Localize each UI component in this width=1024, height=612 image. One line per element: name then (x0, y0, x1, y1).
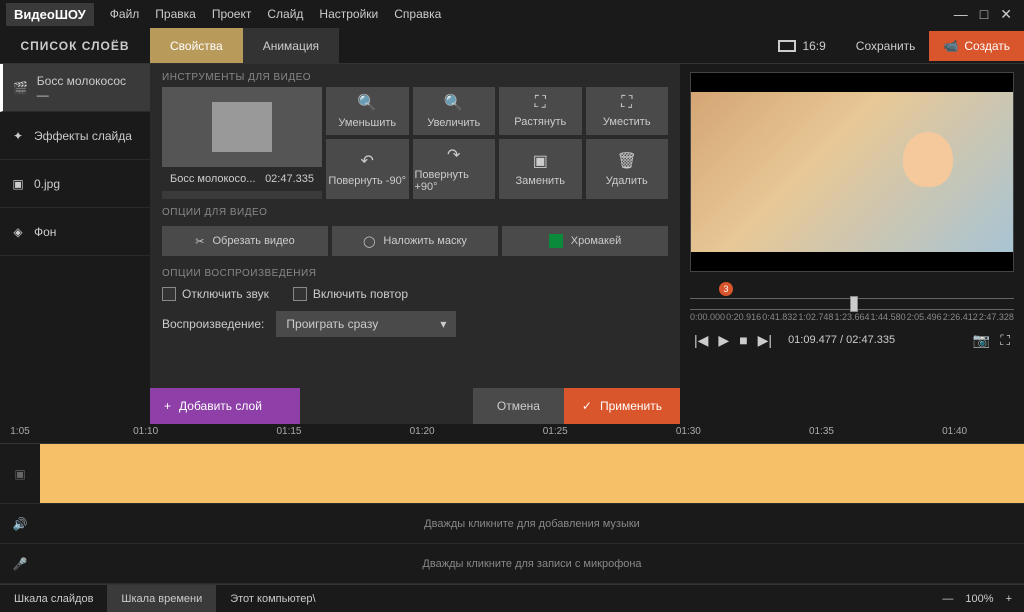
menu-help[interactable]: Справка (386, 7, 449, 21)
mask-icon: ◯ (363, 235, 375, 248)
app-logo: ВидеоШОУ (6, 3, 94, 26)
menu-file[interactable]: Файл (102, 7, 148, 21)
layer-item-video[interactable]: 🎬 Босс молокосос — (0, 64, 150, 112)
stop-button[interactable]: ■ (739, 332, 747, 348)
mask-button[interactable]: ◯Наложить маску (332, 226, 498, 256)
layer-item-background[interactable]: ◈ Фон (0, 208, 150, 256)
fit-button[interactable]: ⛶Уместить (586, 87, 669, 135)
video-thumbnail[interactable]: Босс молокосо... 02:47.335 (162, 87, 322, 199)
chevron-down-icon: ▾ (440, 317, 446, 331)
plus-icon: + (164, 399, 171, 413)
mute-checkbox[interactable]: Отключить звук (162, 287, 269, 301)
add-layer-button[interactable]: +Добавить слой (150, 388, 300, 424)
video-clip[interactable] (40, 444, 1024, 503)
scissors-icon: ✂ (195, 235, 204, 248)
stretch-button[interactable]: ⛶Растянуть (499, 87, 582, 135)
maximize-icon[interactable]: □ (980, 6, 988, 23)
playback-label: Воспроизведение: (162, 317, 264, 331)
tab-properties[interactable]: Свойства (150, 28, 243, 63)
zoom-out-button[interactable]: 🔍Уменьшить (326, 87, 409, 135)
loop-checkbox[interactable]: Включить повтор (293, 287, 408, 301)
main-menu: Файл Правка Проект Слайд Настройки Справ… (102, 7, 450, 21)
fit-icon: ⛶ (621, 94, 632, 112)
titlebar: ВидеоШОУ Файл Правка Проект Слайд Настро… (0, 0, 1024, 28)
mic-track-icon[interactable]: 🎤 (0, 544, 40, 584)
rotate-left-button[interactable]: ↶Повернуть -90° (326, 139, 409, 199)
time-display: 01:09.477 / 02:47.335 (788, 334, 895, 346)
film-icon: 🎬 (13, 80, 29, 96)
chroma-swatch-icon (549, 234, 563, 248)
preview-panel: 3 0:00.000 0:20.916 0:41.832 1:02.748 1:… (680, 64, 1024, 424)
prev-button[interactable]: |◀ (694, 332, 708, 349)
snapshot-icon[interactable]: 📷 (973, 332, 990, 349)
layer-item-effects[interactable]: ✦ Эффекты слайда (0, 112, 150, 160)
rotate-right-button[interactable]: ↷Повернуть +90° (413, 139, 496, 199)
top-toolbar: СПИСОК СЛОЁВ Свойства Анимация 16:9 Сохр… (0, 28, 1024, 64)
layers-panel-title: СПИСОК СЛОЁВ (0, 39, 150, 53)
fullscreen-icon[interactable]: ⛶ (1000, 332, 1010, 349)
ruler-thumb[interactable] (850, 296, 858, 312)
delete-button[interactable]: 🗑Удалить (586, 139, 669, 199)
image-icon: ▣ (10, 176, 26, 192)
video-track[interactable] (40, 444, 1024, 504)
next-button[interactable]: ▶| (758, 332, 772, 349)
tab-animation[interactable]: Анимация (243, 28, 339, 63)
window-controls: — □ ✕ (954, 6, 1018, 23)
mic-track[interactable]: Дважды кликните для записи с микрофона (40, 544, 1024, 584)
music-track[interactable]: Дважды кликните для добавления музыки (40, 504, 1024, 544)
property-tabs: Свойства Анимация (150, 28, 339, 63)
clapperboard-icon (162, 87, 322, 167)
menu-project[interactable]: Проект (204, 7, 260, 21)
playhead-marker[interactable]: 3 (719, 282, 733, 296)
menu-edit[interactable]: Правка (147, 7, 204, 21)
layers-icon: ◈ (10, 224, 26, 240)
replace-icon: ▣ (533, 151, 548, 171)
rotate-right-icon: ↷ (447, 145, 460, 165)
crop-video-button[interactable]: ✂Обрезать видео (162, 226, 328, 256)
timeline-ruler[interactable]: 1:05 01:10 01:15 01:20 01:25 01:30 01:35… (0, 424, 1024, 444)
options-section-label: ОПЦИИ ДЛЯ ВИДЕО (150, 199, 680, 222)
create-button[interactable]: 📹 Создать (929, 31, 1024, 61)
close-icon[interactable]: ✕ (1000, 6, 1012, 23)
playback-controls: |◀ ▶ ■ ▶| 01:09.477 / 02:47.335 📷 ⛶ (690, 322, 1014, 358)
playback-section-label: ОПЦИИ ВОСПРОИЗВЕДЕНИЯ (150, 260, 680, 283)
path-display[interactable]: Этот компьютер\ (216, 585, 329, 612)
layers-sidebar: 🎬 Босс молокосос — ✦ Эффекты слайда ▣ 0.… (0, 64, 150, 424)
statusbar: Шкала слайдов Шкала времени Этот компьют… (0, 584, 1024, 612)
minimize-icon[interactable]: — (954, 6, 968, 23)
tab-time-scale[interactable]: Шкала времени (107, 585, 216, 612)
layer-item-image[interactable]: ▣ 0.jpg (0, 160, 150, 208)
aspect-ratio[interactable]: 16:9 (762, 39, 841, 53)
trash-icon: 🗑 (617, 151, 637, 171)
zoom-out-icon: 🔍 (357, 93, 377, 113)
replace-button[interactable]: ▣Заменить (499, 139, 582, 199)
aspect-icon (778, 40, 796, 52)
preview-ruler[interactable]: 3 0:00.000 0:20.916 0:41.832 1:02.748 1:… (690, 282, 1014, 322)
rotate-left-icon: ↶ (361, 151, 374, 171)
wand-icon: ✦ (10, 128, 26, 144)
check-icon: ✓ (582, 399, 592, 413)
tab-slide-scale[interactable]: Шкала слайдов (0, 585, 107, 612)
menu-settings[interactable]: Настройки (311, 7, 386, 21)
save-button[interactable]: Сохранить (842, 31, 930, 61)
properties-panel: ИНСТРУМЕНТЫ ДЛЯ ВИДЕО Босс молокосо... 0… (150, 64, 680, 424)
timeline-panel: 1:05 01:10 01:15 01:20 01:25 01:30 01:35… (0, 424, 1024, 584)
apply-button[interactable]: ✓Применить (564, 388, 680, 424)
camera-icon: 📹 (943, 39, 958, 53)
stretch-icon: ⛶ (535, 94, 546, 112)
cancel-button[interactable]: Отмена (473, 388, 564, 424)
chromakey-button[interactable]: Хромакей (502, 226, 668, 256)
preview-canvas[interactable] (690, 72, 1014, 272)
zoom-in-button[interactable]: 🔍Увеличить (413, 87, 496, 135)
tools-section-label: ИНСТРУМЕНТЫ ДЛЯ ВИДЕО (150, 64, 680, 87)
play-button[interactable]: ▶ (718, 332, 729, 349)
playback-select[interactable]: Проиграть сразу▾ (276, 311, 456, 337)
menu-slide[interactable]: Слайд (259, 7, 311, 21)
zoom-in-icon: 🔍 (444, 93, 464, 113)
audio-track-icon[interactable]: 🔊 (0, 504, 40, 544)
video-track-icon[interactable]: ▣ (0, 444, 40, 504)
